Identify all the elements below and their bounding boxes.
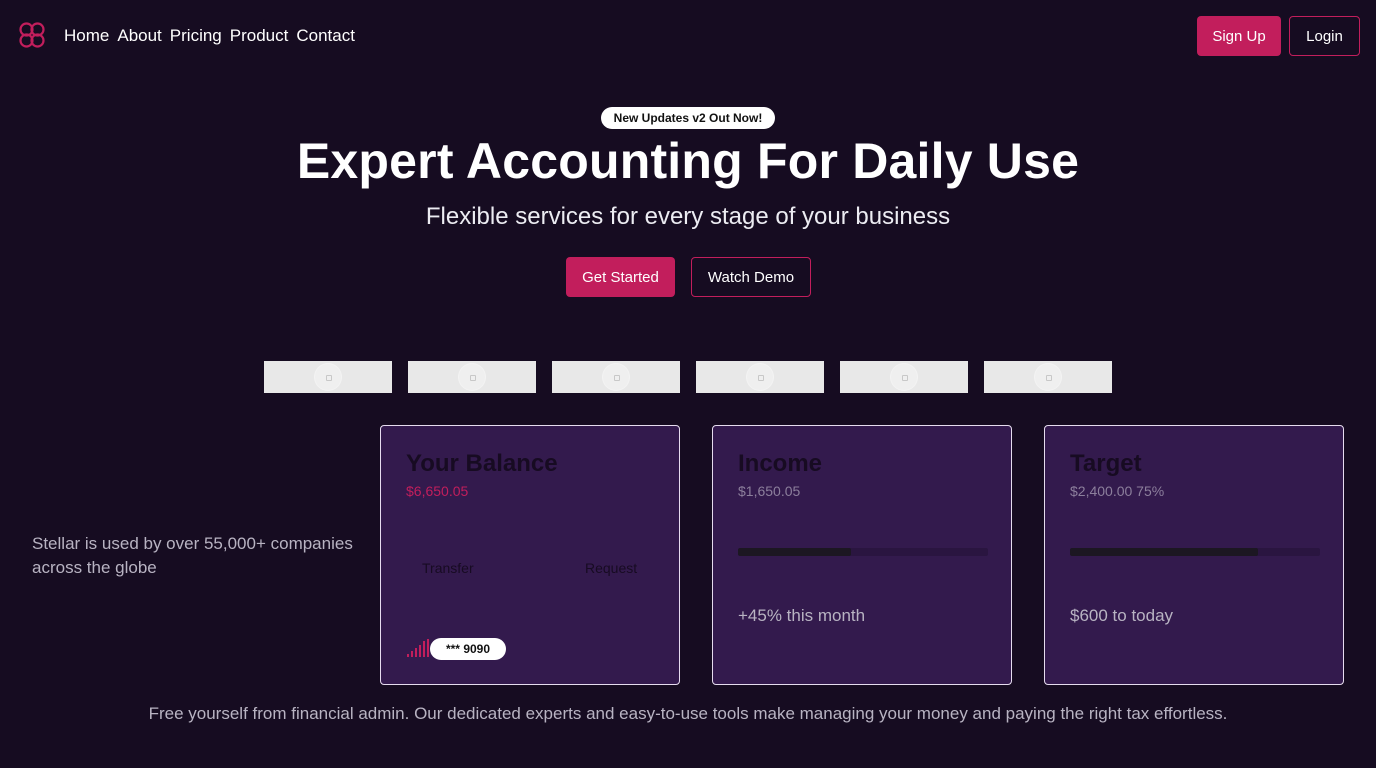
income-amount: $1,650.05	[738, 483, 801, 499]
balance-amount: $6,650.05	[406, 483, 469, 499]
balance-title: Your Balance	[406, 450, 558, 477]
target-title: Target	[1070, 450, 1142, 477]
signal-bars-icon	[407, 639, 429, 657]
nav-links: Home About Pricing Product Contact	[64, 26, 355, 46]
target-amount: $2,400.00 75%	[1070, 483, 1165, 499]
nav-link-product[interactable]: Product	[230, 26, 289, 46]
hero-subtitle: Flexible services for every stage of you…	[425, 203, 951, 230]
income-note: +45% this month	[738, 606, 866, 625]
get-started-button[interactable]: Get Started	[566, 257, 675, 297]
partner-logo-placeholder	[552, 361, 680, 393]
image-placeholder-icon	[891, 364, 917, 390]
partner-logos	[264, 361, 1112, 393]
income-progress-bar	[738, 548, 988, 556]
income-title: Income	[738, 450, 823, 477]
transfer-button[interactable]: Transfer	[422, 560, 474, 576]
target-card: Target $2,400.00 75% $600 to today	[1044, 425, 1344, 685]
nav-link-about[interactable]: About	[117, 26, 161, 46]
income-progress-fill	[738, 548, 851, 556]
target-progress-bar	[1070, 548, 1320, 556]
image-placeholder-icon	[603, 364, 629, 390]
sign-up-button[interactable]: Sign Up	[1197, 16, 1281, 56]
target-progress-fill	[1070, 548, 1258, 556]
request-button[interactable]: Request	[585, 560, 637, 576]
card-number-badge: *** 9090	[430, 638, 506, 660]
target-note: $600 to today	[1070, 606, 1174, 625]
image-placeholder-icon	[1035, 364, 1061, 390]
updates-badge[interactable]: New Updates v2 Out Now!	[601, 107, 775, 129]
hero-title: Expert Accounting For Daily Use	[296, 133, 1080, 189]
nav-link-contact[interactable]: Contact	[296, 26, 355, 46]
image-placeholder-icon	[315, 364, 341, 390]
watch-demo-button[interactable]: Watch Demo	[691, 257, 811, 297]
partner-logo-placeholder	[408, 361, 536, 393]
navbar: Home About Pricing Product Contact Sign …	[0, 0, 1376, 72]
logo-icon[interactable]	[18, 21, 46, 49]
image-placeholder-icon	[459, 364, 485, 390]
image-placeholder-icon	[747, 364, 773, 390]
partner-logo-placeholder	[984, 361, 1112, 393]
companies-text: Stellar is used by over 55,000+ companie…	[32, 534, 353, 577]
income-card: Income $1,650.05 +45% this month	[712, 425, 1012, 685]
nav-link-pricing[interactable]: Pricing	[170, 26, 222, 46]
balance-card: Your Balance $6,650.05 Transfer Request …	[380, 425, 680, 685]
nav-link-home[interactable]: Home	[64, 26, 109, 46]
partner-logo-placeholder	[840, 361, 968, 393]
partner-logo-placeholder	[264, 361, 392, 393]
login-button[interactable]: Login	[1289, 16, 1360, 56]
partner-logo-placeholder	[696, 361, 824, 393]
tagline: Free yourself from financial admin. Our …	[148, 704, 1228, 723]
